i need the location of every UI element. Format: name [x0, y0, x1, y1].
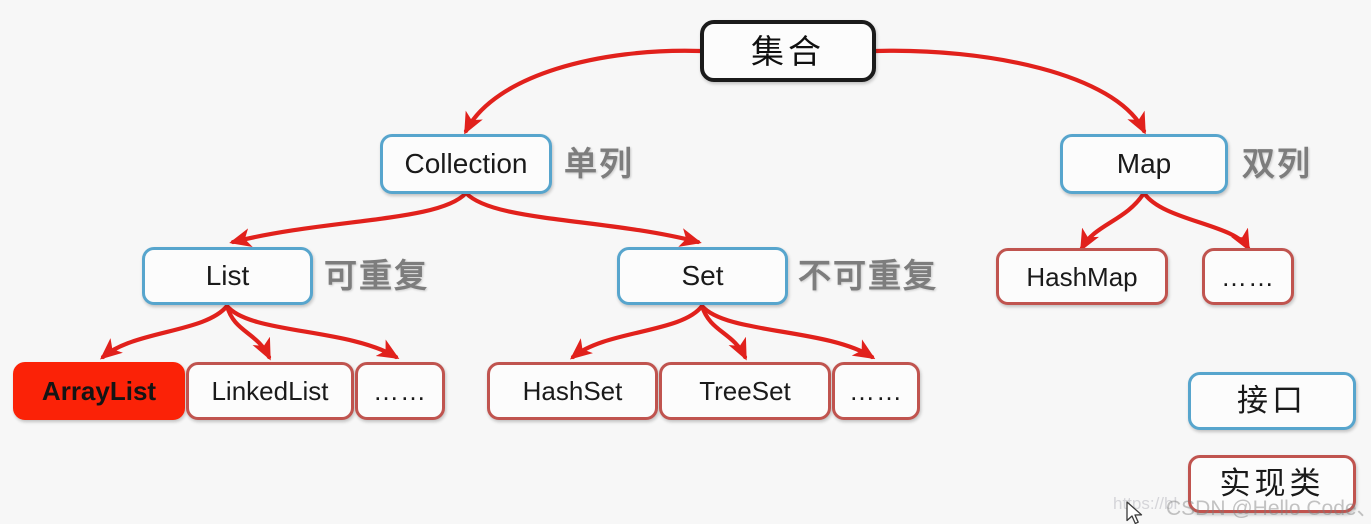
node-set-more-label: …… — [849, 376, 903, 406]
node-linkedlist-label: LinkedList — [211, 376, 329, 406]
annotation-set: 不可重复 — [798, 256, 938, 295]
edge-set-more — [699, 303, 876, 360]
annotation-map: 双列 — [1242, 144, 1312, 183]
node-hashmap-label: HashMap — [1026, 261, 1138, 292]
node-arraylist-label: ArrayList — [41, 376, 157, 406]
mouse-cursor — [1126, 501, 1143, 524]
annotation-collection: 单列 — [564, 144, 634, 183]
node-list-more[interactable]: …… — [355, 362, 445, 420]
node-treeset[interactable]: TreeSet — [659, 362, 831, 420]
node-map-more-label: …… — [1221, 261, 1275, 292]
edge-root-map — [873, 48, 1147, 135]
edge-collection-set — [463, 190, 702, 247]
node-list[interactable]: List — [142, 247, 313, 305]
edge-list-linkedlist — [224, 303, 272, 361]
watermark-csdn: CSDN @Hello Code、 — [1166, 497, 1371, 520]
diagram-canvas: 集合 Collection 单列 Map 双列 List 可重复 Set 不可重… — [0, 0, 1371, 524]
edge-map-hashmap — [1079, 190, 1147, 252]
node-set-more[interactable]: …… — [832, 362, 920, 420]
edge-list-arraylist — [99, 303, 230, 360]
annotation-list: 可重复 — [324, 256, 429, 295]
node-map-more[interactable]: …… — [1202, 248, 1294, 305]
edge-set-treeset — [699, 303, 748, 361]
node-collection-label: Collection — [404, 148, 528, 179]
edge-map-more — [1141, 190, 1251, 252]
legend-interface: 接口 — [1188, 372, 1356, 430]
node-collection[interactable]: Collection — [380, 134, 552, 194]
node-map-label: Map — [1116, 148, 1172, 179]
node-hashset-label: HashSet — [522, 376, 623, 406]
node-list-label: List — [205, 260, 250, 291]
node-map[interactable]: Map — [1060, 134, 1228, 194]
legend-interface-label: 接口 — [1237, 382, 1307, 419]
node-treeset-label: TreeSet — [699, 376, 791, 406]
node-list-more-label: …… — [373, 376, 427, 406]
edge-collection-list — [229, 190, 469, 248]
node-root[interactable]: 集合 — [700, 20, 876, 82]
node-set[interactable]: Set — [617, 247, 788, 305]
edge-set-hashset — [569, 303, 705, 360]
edge-list-more — [224, 303, 400, 360]
node-set-label: Set — [681, 260, 724, 291]
node-hashmap[interactable]: HashMap — [996, 248, 1168, 305]
node-linkedlist[interactable]: LinkedList — [186, 362, 354, 420]
edge-root-collection — [463, 48, 703, 135]
node-arraylist[interactable]: ArrayList — [13, 362, 185, 420]
node-root-label: 集合 — [751, 31, 825, 71]
node-hashset[interactable]: HashSet — [487, 362, 658, 420]
